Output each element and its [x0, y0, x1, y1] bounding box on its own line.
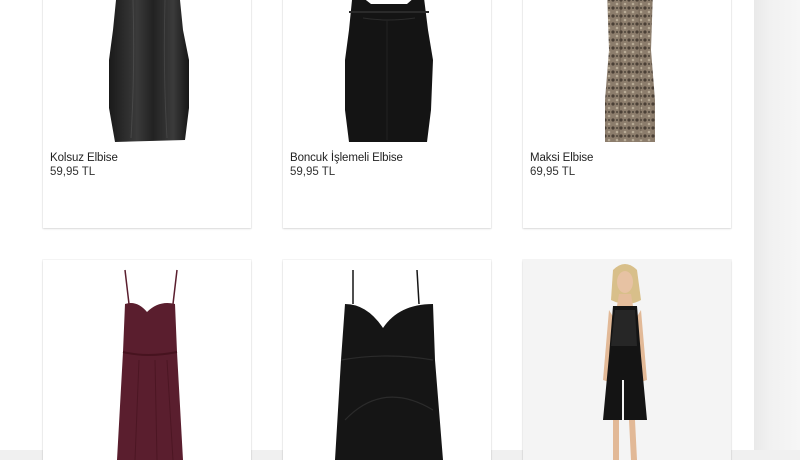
- product-card[interactable]: [43, 260, 251, 460]
- product-info: Kolsuz Elbise 59,95 TL: [50, 152, 118, 179]
- product-price: 69,95 TL: [530, 166, 576, 178]
- product-image[interactable]: [523, 0, 731, 150]
- scroll-shadow-edge: [754, 0, 800, 450]
- product-info: Boncuk İşlemeli Elbise 59,95 TL: [290, 152, 403, 179]
- product-image[interactable]: [283, 0, 491, 150]
- product-name[interactable]: Maksi Elbise: [530, 152, 593, 165]
- product-image[interactable]: [43, 0, 251, 150]
- product-card[interactable]: [283, 260, 491, 460]
- product-card[interactable]: [523, 260, 731, 460]
- product-name[interactable]: Boncuk İşlemeli Elbise: [290, 152, 403, 165]
- product-grid-page: Kolsuz Elbise 59,95 TL Boncuk İşlemeli E…: [0, 0, 754, 460]
- product-image[interactable]: [283, 260, 491, 460]
- product-price: 59,95 TL: [50, 166, 96, 178]
- product-image[interactable]: [523, 260, 731, 460]
- product-price: 59,95 TL: [290, 166, 336, 178]
- product-info: Maksi Elbise 69,95 TL: [530, 152, 593, 179]
- product-image[interactable]: [43, 260, 251, 460]
- product-name[interactable]: Kolsuz Elbise: [50, 152, 118, 165]
- product-card[interactable]: Kolsuz Elbise 59,95 TL: [43, 0, 251, 228]
- product-card[interactable]: Maksi Elbise 69,95 TL: [523, 0, 731, 228]
- product-card[interactable]: Boncuk İşlemeli Elbise 59,95 TL: [283, 0, 491, 228]
